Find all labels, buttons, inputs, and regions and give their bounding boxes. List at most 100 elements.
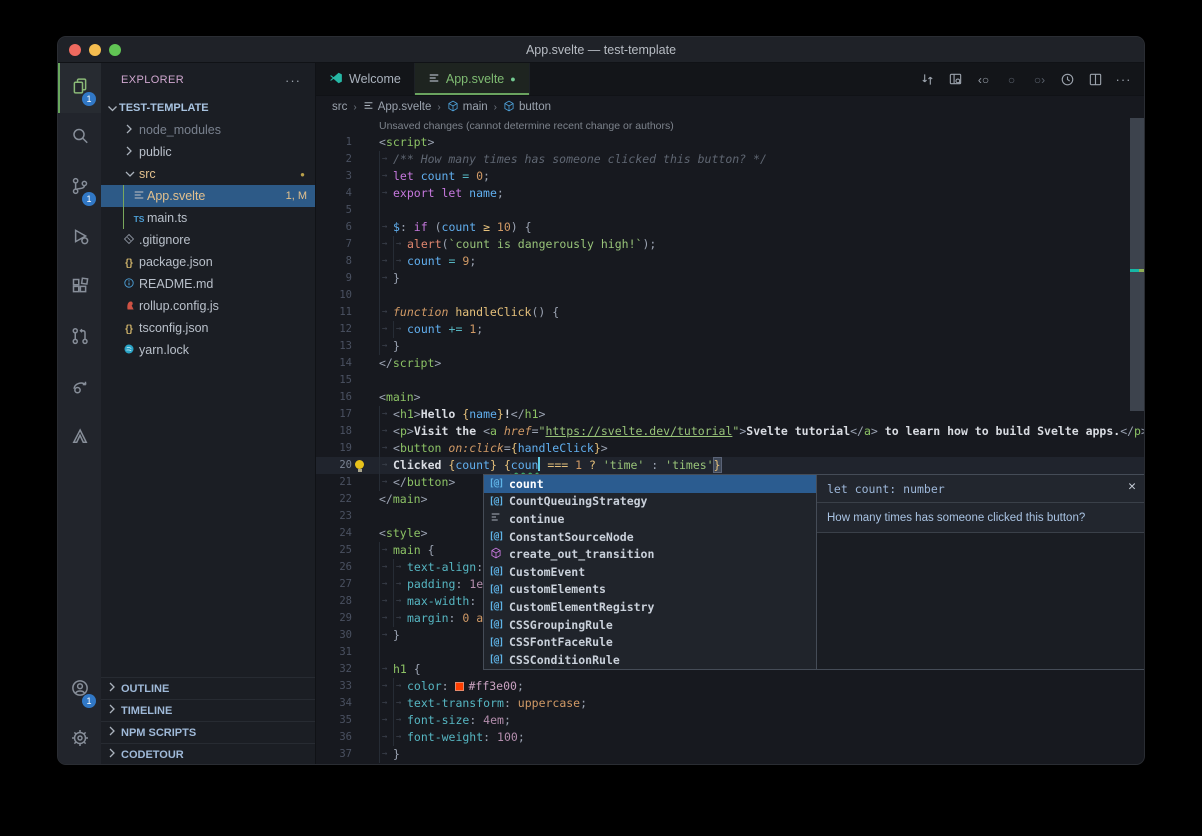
tab-welcome[interactable]: Welcome (316, 63, 415, 95)
file-row-yarn.lock[interactable]: yarn.lock (101, 339, 315, 361)
code-line-13[interactable]: 13→} (316, 338, 1144, 355)
suggest-item-continue[interactable]: continue (484, 510, 816, 528)
code-line-37[interactable]: 37→} (316, 746, 1144, 763)
code-line-4[interactable]: 4→export let name; (316, 185, 1144, 202)
suggest-item-CSSFontFaceRule[interactable]: [@]CSSFontFaceRule (484, 633, 816, 651)
activity-item-search[interactable] (58, 113, 101, 163)
suggest-item-customElements[interactable]: [@]customElements (484, 581, 816, 599)
code-line-9[interactable]: 9→} (316, 270, 1144, 287)
section-header-outline[interactable]: OUTLINE (101, 677, 315, 699)
file-row-README.md[interactable]: README.md (101, 273, 315, 295)
file-row-rollup.config.js[interactable]: rollup.config.js (101, 295, 315, 317)
code-line-15[interactable]: 15 (316, 372, 1144, 389)
file-row-.gitignore[interactable]: .gitignore (101, 229, 315, 251)
suggest-item-CountQueuingStrategy[interactable]: [@]CountQueuingStrategy (484, 493, 816, 511)
code-line-34[interactable]: 34→→text-transform: uppercase; (316, 695, 1144, 712)
code-line-14[interactable]: 14</script> (316, 355, 1144, 372)
line-number: 17 (316, 406, 352, 423)
suggest-item-CustomEvent[interactable]: [@]CustomEvent (484, 563, 816, 581)
breadcrumb-button[interactable]: button (503, 100, 551, 115)
minimize-window-button[interactable] (89, 44, 101, 56)
zoom-window-button[interactable] (109, 44, 121, 56)
line-number: 24 (316, 525, 352, 542)
activity-item-extensions[interactable] (58, 263, 101, 313)
close-window-button[interactable] (69, 44, 81, 56)
activity-item-azure[interactable] (58, 413, 101, 463)
file-row-tsconfig.json[interactable]: {}tsconfig.json (101, 317, 315, 339)
code-line-5[interactable]: 5→ (316, 202, 1144, 219)
activity-item-github-pull-requests[interactable] (58, 313, 101, 363)
code-line-11[interactable]: 11→function handleClick() { (316, 304, 1144, 321)
file-row-public[interactable]: public (101, 141, 315, 163)
lightbulb-code-action-icon[interactable] (355, 460, 364, 469)
timeline-clock-icon[interactable] (1057, 71, 1078, 87)
section-header-test-template[interactable]: TEST-TEMPLATE (101, 97, 315, 119)
code-line-8[interactable]: 8→→count = 9; (316, 253, 1144, 270)
title-bar[interactable]: App.svelte — test-template (58, 37, 1144, 63)
compare-changes-icon[interactable] (917, 71, 938, 87)
file-row-package.json[interactable]: {}package.json (101, 251, 315, 273)
code-line-17[interactable]: 17→<h1>Hello {name}!</h1> (316, 406, 1144, 423)
line-content: → (379, 644, 393, 661)
code-line-33[interactable]: 33→→color: #ff3e00; (316, 678, 1144, 695)
explorer-more-actions-icon[interactable]: ··· (285, 73, 315, 88)
gutter-margin (352, 576, 379, 593)
close-icon[interactable]: ✕ (1128, 479, 1136, 494)
code-line-10[interactable]: 10→ (316, 287, 1144, 304)
code-line-36[interactable]: 36→→font-weight: 100; (316, 729, 1144, 746)
section-header-timeline[interactable]: TIMELINE (101, 699, 315, 721)
code-line-16[interactable]: 16<main> (316, 389, 1144, 406)
tab-app-svelte[interactable]: App.svelte ● (415, 63, 530, 95)
code-line-20[interactable]: 20→Clicked {count} {coun === 1 ? 'time' … (316, 457, 1144, 474)
code-line-35[interactable]: 35→→font-size: 4em; (316, 712, 1144, 729)
section-header-npm-scripts[interactable]: NPM SCRIPTS (101, 721, 315, 743)
activity-item-settings-gear[interactable] (58, 715, 101, 765)
file-row-App.svelte[interactable]: App.svelte1, M (101, 185, 315, 207)
modified-dot-icon[interactable]: ● (510, 74, 515, 84)
activity-item-account[interactable]: 1 (58, 665, 101, 715)
suggest-item-CustomElementRegistry[interactable]: [@]CustomElementRegistry (484, 598, 816, 616)
gutter-margin (352, 627, 379, 644)
suggest-item-CSSGroupingRule[interactable]: [@]CSSGroupingRule (484, 616, 816, 634)
editor-scrollbar[interactable] (1130, 118, 1144, 411)
file-row-main.ts[interactable]: TSmain.ts (101, 207, 315, 229)
code-line-1[interactable]: 1<script> (316, 134, 1144, 151)
code-line-18[interactable]: 18→<p>Visit the <a href="https://svelte.… (316, 423, 1144, 440)
code-line-3[interactable]: 3→let count = 0; (316, 168, 1144, 185)
breadcrumb-src[interactable]: src (332, 101, 347, 113)
previous-change-icon[interactable]: ‹○ (973, 72, 994, 87)
split-editor-icon[interactable] (1085, 71, 1106, 87)
more-actions-icon[interactable]: ··· (1113, 72, 1134, 87)
file-name: src (139, 167, 156, 181)
next-change-icon[interactable]: ○› (1029, 72, 1050, 87)
suggest-item-ConstantSourceNode[interactable]: [@]ConstantSourceNode (484, 528, 816, 546)
breadcrumb-app-svelte[interactable]: App.svelte (363, 100, 432, 114)
suggest-label: CustomEvent (509, 565, 585, 579)
activity-item-source-control[interactable]: 1 (58, 163, 101, 213)
open-preview-icon[interactable] (945, 71, 966, 87)
breadcrumb-main[interactable]: main (447, 100, 488, 115)
code-line-7[interactable]: 7→→alert(`count is dangerously high!`); (316, 236, 1144, 253)
code-line-19[interactable]: 19→<button on:click={handleClick}> (316, 440, 1144, 457)
file-row-src[interactable]: src● (101, 163, 315, 185)
section-header-codetour[interactable]: CODETOUR (101, 743, 315, 765)
file-row-node_modules[interactable]: node_modules (101, 119, 315, 141)
code-line-12[interactable]: 12→→count += 1; (316, 321, 1144, 338)
activity-item-live-share[interactable] (58, 363, 101, 413)
current-position-icon[interactable]: ○ (1001, 72, 1022, 87)
codelens-annotation[interactable]: Unsaved changes (cannot determine recent… (316, 118, 1144, 134)
section-label: TIMELINE (121, 705, 172, 717)
symbol-variable-icon: [@] (487, 619, 505, 630)
line-number: 27 (316, 576, 352, 593)
suggest-label: CSSFontFaceRule (509, 635, 613, 649)
suggest-item-create_out_transition[interactable]: create_out_transition (484, 545, 816, 563)
code-line-2[interactable]: 2→/** How many times has someone clicked… (316, 151, 1144, 168)
suggest-item-CSSConditionRule[interactable]: [@]CSSConditionRule (484, 651, 816, 669)
code-editor[interactable]: Unsaved changes (cannot determine recent… (316, 118, 1144, 765)
activity-item-run-and-debug[interactable] (58, 213, 101, 263)
activity-item-explorer[interactable]: 1 (58, 63, 101, 113)
chevron-right-icon (124, 145, 134, 159)
suggest-item-count[interactable]: [@]count (484, 475, 816, 493)
code-line-6[interactable]: 6→$: if (count ≥ 10) { (316, 219, 1144, 236)
file-name: package.json (139, 255, 213, 269)
